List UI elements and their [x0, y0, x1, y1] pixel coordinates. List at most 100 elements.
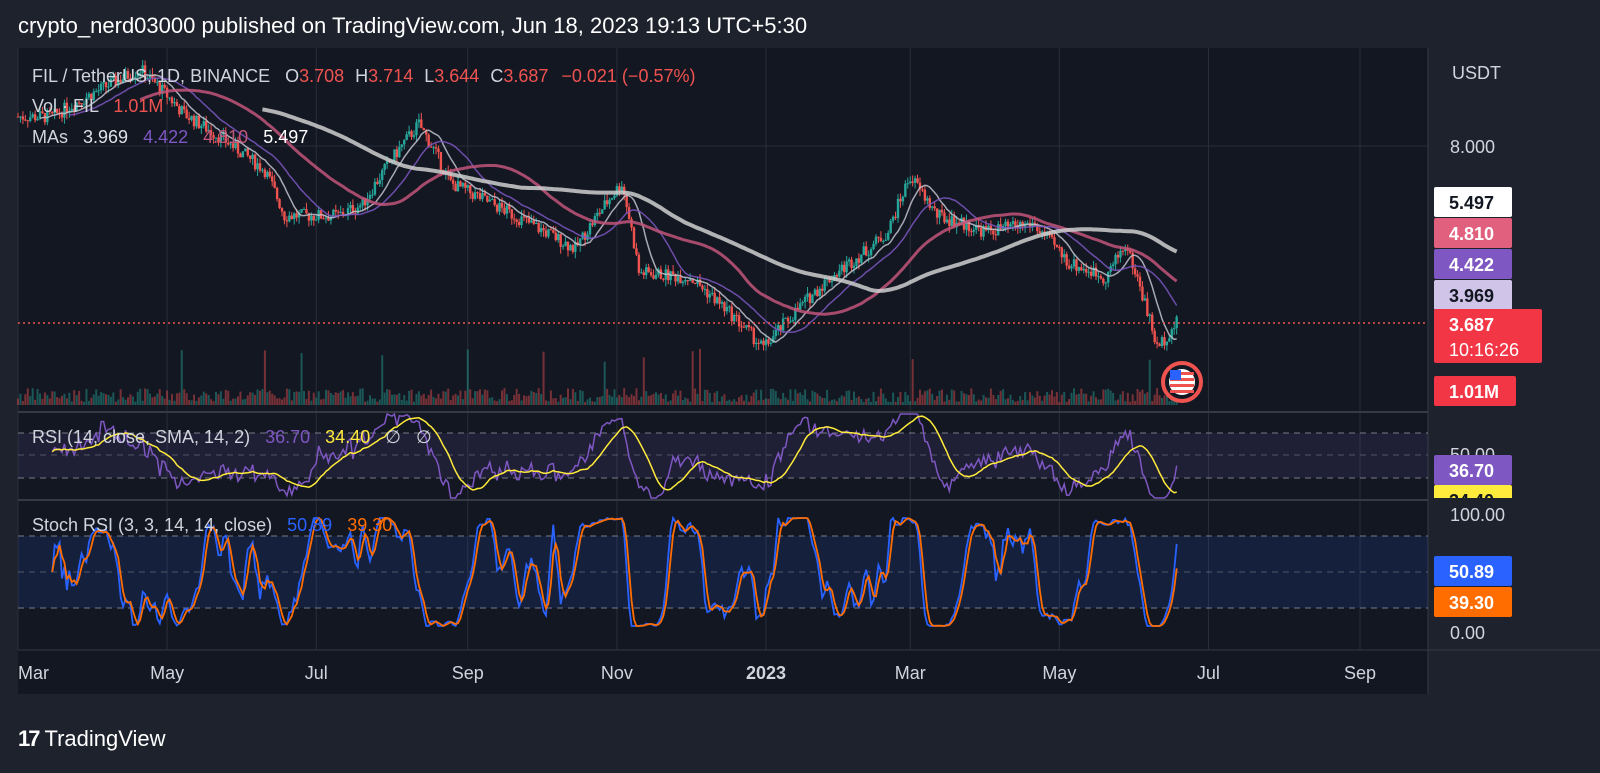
- volume-bar: [1129, 401, 1132, 405]
- volume-bar: [953, 390, 956, 405]
- candle-body: [747, 325, 751, 328]
- candle-body: [415, 122, 418, 136]
- volume-bar: [747, 401, 750, 405]
- volume-bar: [950, 389, 953, 405]
- chart-canvas[interactable]: FIL / TetherUS, 1D, BINANCE O3.708 H3.71…: [0, 0, 1600, 773]
- candle-body: [901, 196, 905, 202]
- volume-bar: [337, 393, 340, 405]
- volume-bar: [105, 394, 107, 405]
- candle-body: [679, 276, 682, 284]
- candle-body: [921, 189, 924, 191]
- volume-bar: [628, 397, 631, 405]
- volume-bar: [1080, 388, 1083, 405]
- candle-body: [627, 207, 631, 220]
- candle-body: [197, 115, 201, 129]
- volume-bar: [171, 394, 173, 405]
- volume-bar: [70, 401, 73, 405]
- candle-body: [899, 198, 902, 202]
- volume-bar: [464, 390, 467, 405]
- volume-bar: [987, 397, 990, 405]
- candle-body: [791, 320, 795, 322]
- volume-bar: [205, 393, 208, 405]
- volume-bar: [1031, 395, 1034, 405]
- volume-bar: [699, 348, 701, 405]
- volume-bar: [366, 400, 369, 405]
- candle-body: [935, 208, 939, 218]
- candle-body: [195, 115, 198, 127]
- candle-body: [845, 261, 848, 273]
- volume-bar: [383, 392, 386, 405]
- volume-bar: [1033, 397, 1036, 405]
- volume-bar: [442, 391, 445, 405]
- price-tag-ma1: 3.969: [1434, 280, 1512, 310]
- candle-body: [706, 288, 709, 298]
- candle-body: [295, 213, 298, 218]
- volume-bar: [606, 388, 609, 405]
- legend-symbol: FIL / TetherUS, 1D, BINANCE: [32, 66, 270, 86]
- candle-body: [417, 119, 421, 123]
- candle-body: [1175, 316, 1178, 328]
- volume-bar: [554, 398, 557, 405]
- volume-bar: [417, 391, 420, 405]
- volume-bar: [779, 399, 782, 405]
- volume-bar: [557, 401, 560, 405]
- volume-bar: [354, 396, 357, 405]
- volume-bar: [835, 401, 838, 405]
- candle-body: [596, 212, 599, 216]
- volume-bar: [694, 388, 697, 405]
- candle-body: [938, 209, 941, 218]
- volume-bar: [266, 392, 269, 405]
- candle-body: [598, 212, 601, 214]
- candle-body: [1168, 338, 1171, 342]
- volume-bar: [43, 392, 46, 405]
- volume-bar: [90, 397, 93, 405]
- candle-body: [635, 248, 638, 255]
- volume-bar: [579, 390, 582, 405]
- us-flag-event-marker[interactable]: [1161, 361, 1203, 403]
- volume-bar: [1014, 401, 1017, 405]
- time-axis-label: May: [1042, 663, 1076, 683]
- candle-body: [549, 229, 553, 231]
- volume-bar: [449, 399, 452, 405]
- volume-bar: [640, 396, 643, 405]
- volume-bar: [1065, 401, 1068, 405]
- candle-body: [173, 102, 176, 104]
- volume-bar: [1141, 389, 1144, 405]
- volume-bar: [469, 389, 472, 405]
- volume-bar: [928, 388, 931, 405]
- rsi-legend-sma: 34.40: [325, 427, 370, 447]
- volume-bar: [505, 394, 508, 405]
- candle-body: [256, 163, 259, 170]
- candle-body: [312, 215, 315, 221]
- volume-bar: [139, 388, 142, 405]
- volume-bar: [1161, 397, 1163, 405]
- volume-bar: [395, 394, 398, 405]
- candle-body: [943, 212, 946, 223]
- volume-bar: [1046, 391, 1049, 405]
- volume-bar: [584, 401, 587, 405]
- candle-body: [1141, 286, 1144, 301]
- price-axis-unit: USDT: [1452, 63, 1501, 83]
- candle-body: [649, 272, 653, 276]
- volume-bar: [862, 401, 865, 405]
- candle-body: [510, 209, 513, 219]
- candle-body: [1080, 267, 1083, 271]
- candle-body: [398, 147, 401, 158]
- candle-body: [552, 229, 555, 233]
- legend-ma4: 5.497: [263, 127, 308, 147]
- volume-bar: [1097, 399, 1100, 405]
- candle-body: [170, 97, 174, 104]
- volume-bar: [523, 395, 525, 405]
- candle-body: [29, 117, 32, 122]
- candle-body: [933, 206, 936, 209]
- candle-body: [241, 151, 245, 158]
- candle-body: [940, 209, 944, 213]
- legend-vol-value: 1.01M: [113, 96, 163, 116]
- volume-bar: [178, 392, 181, 405]
- candle-body: [253, 154, 257, 170]
- candle-body: [1111, 264, 1115, 267]
- candle-body: [557, 234, 560, 241]
- volume-bar: [1075, 394, 1078, 405]
- volume-bar: [1151, 400, 1154, 405]
- volume-bar: [664, 394, 667, 405]
